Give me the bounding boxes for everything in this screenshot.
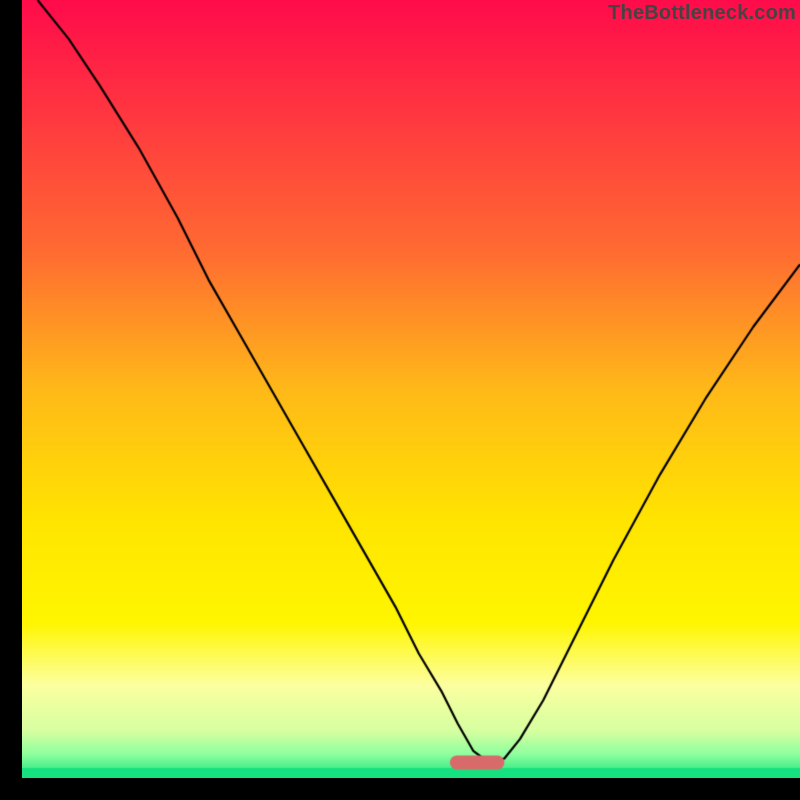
bottleneck-chart-canvas (22, 0, 800, 778)
watermark-label: TheBottleneck.com (608, 2, 796, 25)
chart-frame: TheBottleneck.com (22, 0, 800, 778)
